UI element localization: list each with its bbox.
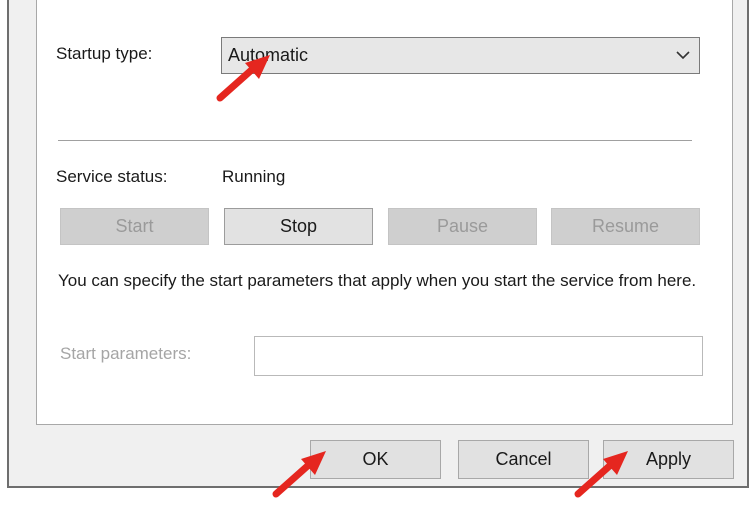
resume-button[interactable]: Resume	[551, 208, 700, 245]
start-parameters-input[interactable]	[254, 336, 703, 376]
start-parameters-label: Start parameters:	[60, 344, 192, 363]
section-divider	[58, 140, 692, 141]
startup-type-dropdown[interactable]: Automatic	[221, 37, 700, 74]
pause-button[interactable]: Pause	[388, 208, 537, 245]
start-button[interactable]: Start	[60, 208, 209, 245]
stop-button[interactable]: Stop	[224, 208, 373, 245]
annotation-arrow-icon	[574, 451, 628, 498]
service-status-value: Running	[222, 167, 286, 186]
service-status-label: Service status:	[56, 167, 168, 186]
start-parameters-description: You can specify the start parameters tha…	[58, 271, 697, 290]
annotation-arrow-icon	[272, 451, 326, 498]
startup-type-label: Startup type:	[56, 44, 153, 63]
annotation-arrow-icon	[216, 55, 270, 102]
chevron-down-icon	[676, 51, 690, 60]
